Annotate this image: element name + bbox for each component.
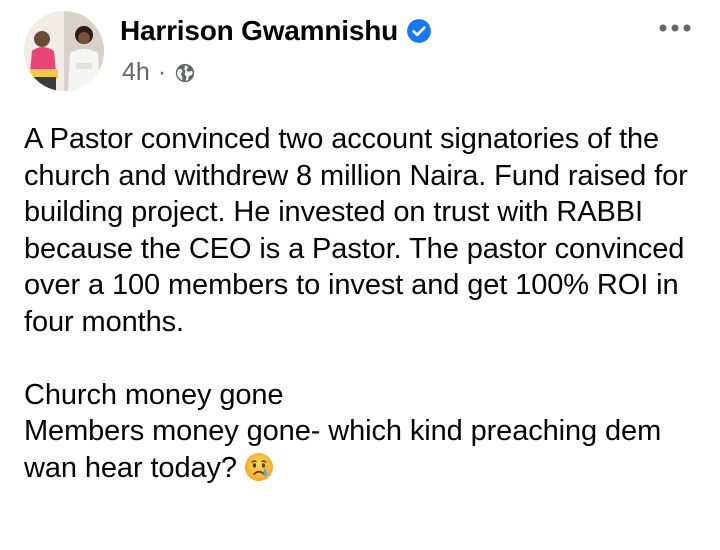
verified-badge-icon (406, 18, 432, 44)
facebook-post: Harrison Gwamnishu 4h · A Pastor convinc… (0, 0, 720, 550)
post-meta: 4h · (122, 56, 196, 88)
more-options-button[interactable] (650, 10, 700, 46)
meta-separator: · (157, 57, 167, 86)
post-line-church-money: Church money gone (24, 378, 284, 411)
globe-icon[interactable] (174, 62, 196, 84)
author-row: Harrison Gwamnishu (120, 13, 432, 49)
post-body: A Pastor convinced two account signatori… (24, 121, 714, 486)
more-options-icon (659, 24, 691, 32)
post-paragraph: A Pastor convinced two account signatori… (24, 123, 688, 338)
post-line-members-text: Members money gone- which kind preaching… (24, 415, 662, 484)
post-timestamp[interactable]: 4h (122, 58, 150, 87)
author-name[interactable]: Harrison Gwamnishu (120, 15, 398, 47)
avatar[interactable] (24, 11, 104, 91)
crying-face-emoji-icon (243, 451, 275, 483)
profile-photo (24, 11, 104, 91)
post-line-members-money: Members money gone- which kind preaching… (24, 413, 714, 486)
